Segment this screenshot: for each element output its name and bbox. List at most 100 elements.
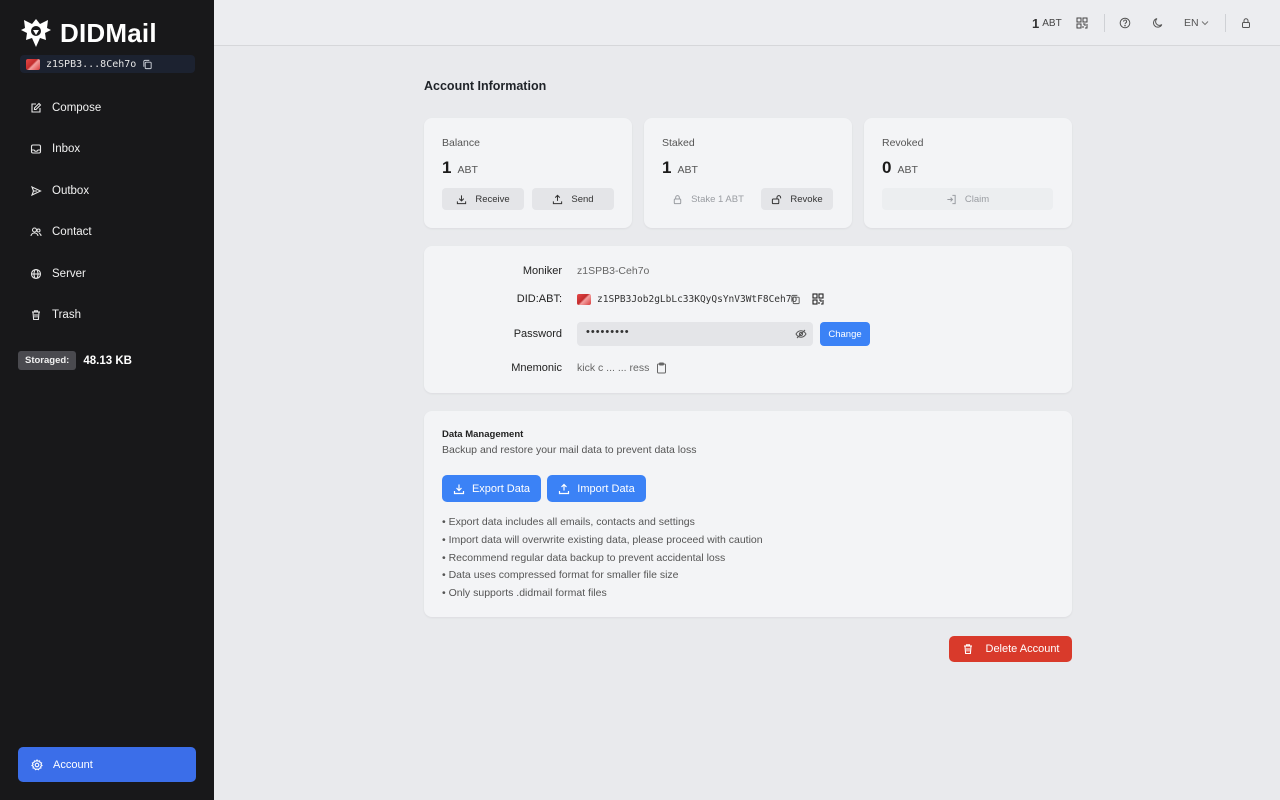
- sidebar-item-trash[interactable]: Trash: [18, 295, 198, 337]
- data-management-subtitle: Backup and restore your mail data to pre…: [442, 444, 697, 456]
- sidebar-item-label: Inbox: [52, 143, 81, 156]
- export-data-button[interactable]: Export Data: [442, 475, 541, 502]
- theme-toggle[interactable]: [1152, 0, 1164, 46]
- revoked-unit: ABT: [897, 164, 918, 176]
- qr-button[interactable]: [1076, 0, 1088, 46]
- balance-amount: 1 ABT: [442, 158, 478, 178]
- sidebar-item-label: Trash: [52, 309, 81, 322]
- sidebar-item-server[interactable]: Server: [18, 253, 198, 295]
- list-item: Data uses compressed format for smaller …: [442, 567, 763, 585]
- send-button[interactable]: Send: [532, 188, 614, 210]
- users-icon: [30, 227, 42, 237]
- import-data-label: Import Data: [577, 482, 635, 495]
- storage-value: 48.13 KB: [83, 354, 132, 367]
- topbar-balance-unit: ABT: [1042, 17, 1062, 29]
- stake-label: Stake 1 ABT: [691, 193, 744, 205]
- mnemonic-label: Mnemonic: [511, 362, 562, 374]
- revoke-button[interactable]: Revoke: [761, 188, 833, 210]
- revoked-card: Revoked 0 ABT Claim: [864, 118, 1072, 228]
- moniker-label: Moniker: [522, 265, 562, 277]
- staked-value: 1: [662, 158, 672, 177]
- upload-icon: [553, 194, 563, 204]
- send-icon: [31, 185, 42, 196]
- copy-icon[interactable]: [790, 294, 801, 305]
- password-label: Password: [513, 328, 562, 340]
- page-title: Account Information: [424, 79, 547, 93]
- sidebar-item-contact[interactable]: Contact: [18, 212, 198, 254]
- export-data-label: Export Data: [471, 482, 531, 495]
- did-avatar: [577, 294, 591, 305]
- help-button[interactable]: [1119, 0, 1131, 46]
- import-data-button[interactable]: Import Data: [547, 475, 646, 502]
- app-logo[interactable]: DIDMail: [20, 16, 157, 50]
- copy-icon[interactable]: [142, 59, 153, 70]
- mnemonic-value: kick c ... ... ress: [577, 362, 650, 374]
- claim-button[interactable]: Claim: [882, 188, 1053, 210]
- help-circle-icon: [1119, 17, 1131, 29]
- data-management-title: Data Management: [442, 429, 524, 440]
- list-item: Recommend regular data backup to prevent…: [442, 550, 763, 568]
- sidebar-item-label: Outbox: [52, 184, 90, 197]
- data-management-tips: Export data includes all emails, contact…: [442, 514, 763, 603]
- balance-value: 1: [442, 158, 452, 177]
- sidebar-item-outbox[interactable]: Outbox: [18, 170, 198, 212]
- gear-icon: [31, 758, 43, 770]
- divider: [1104, 14, 1105, 32]
- topbar: 1 ABT EN: [214, 0, 1280, 46]
- claim-label: Claim: [964, 193, 990, 205]
- download-icon: [457, 194, 467, 204]
- edit-icon: [31, 102, 42, 113]
- sidebar-item-compose[interactable]: Compose: [18, 87, 198, 129]
- qr-code-icon: [1076, 17, 1088, 29]
- balance-unit: ABT: [457, 164, 478, 176]
- change-password-button[interactable]: Change: [820, 322, 870, 346]
- sidebar-item-inbox[interactable]: Inbox: [18, 129, 198, 171]
- did-value: z1SPB3Job2gLbLc33KQyQsYnV3WtF8Ceh7o: [597, 294, 798, 305]
- revoked-label: Revoked: [882, 137, 924, 149]
- clipboard-icon[interactable]: [656, 362, 667, 374]
- stake-button[interactable]: Stake 1 ABT: [662, 188, 754, 210]
- app-name: DIDMail: [60, 17, 157, 48]
- list-item: Only supports .didmail format files: [442, 585, 763, 603]
- staked-card: Staked 1 ABT Stake 1 ABT Revoke: [644, 118, 852, 228]
- download-icon: [453, 484, 465, 494]
- lock-button[interactable]: [1240, 0, 1252, 46]
- unlock-icon: [772, 194, 782, 204]
- staked-label: Staked: [662, 137, 695, 149]
- send-label: Send: [571, 193, 594, 205]
- receive-label: Receive: [475, 193, 510, 205]
- qr-code-icon[interactable]: [812, 293, 824, 305]
- moniker-value: z1SPB3-Ceh7o: [577, 265, 650, 277]
- trash-icon: [32, 310, 40, 321]
- moon-icon: [1153, 18, 1163, 28]
- upload-icon: [559, 483, 570, 494]
- list-item: Import data will overwrite existing data…: [442, 532, 763, 550]
- storage-badge: Storaged:: [18, 351, 77, 370]
- account-label: Account: [53, 758, 93, 771]
- sidebar-item-account[interactable]: Account: [18, 747, 196, 782]
- eye-off-icon[interactable]: [795, 328, 807, 340]
- divider: [1225, 14, 1226, 32]
- did-badge: z1SPB3...8Ceh7o: [20, 55, 195, 73]
- lock-icon: [1242, 18, 1250, 28]
- sidebar-nav: Compose Inbox Outbox Contact Server Tras…: [18, 87, 198, 336]
- avatar: [26, 58, 40, 70]
- log-in-icon: [947, 194, 956, 204]
- delete-account-label: Delete Account: [985, 643, 1060, 655]
- storage-indicator: Storaged: 48.13 KB: [18, 351, 132, 370]
- receive-button[interactable]: Receive: [442, 188, 524, 210]
- balance-label: Balance: [442, 137, 480, 149]
- eagle-logo-icon: [21, 19, 51, 47]
- sidebar-item-label: Compose: [52, 101, 102, 114]
- delete-account-button[interactable]: Delete Account: [949, 636, 1072, 662]
- revoked-amount: 0 ABT: [882, 158, 918, 178]
- language-value: EN: [1184, 17, 1199, 29]
- lock-icon: [673, 194, 682, 204]
- sidebar: DIDMail z1SPB3...8Ceh7o Compose Inbox Ou…: [0, 0, 214, 800]
- globe-icon: [30, 268, 42, 279]
- topbar-balance: 1 ABT: [1032, 0, 1062, 46]
- sidebar-item-label: Contact: [52, 226, 92, 239]
- staked-amount: 1 ABT: [662, 158, 698, 178]
- language-select[interactable]: EN: [1184, 0, 1209, 46]
- password-value: •••••••••: [586, 326, 630, 338]
